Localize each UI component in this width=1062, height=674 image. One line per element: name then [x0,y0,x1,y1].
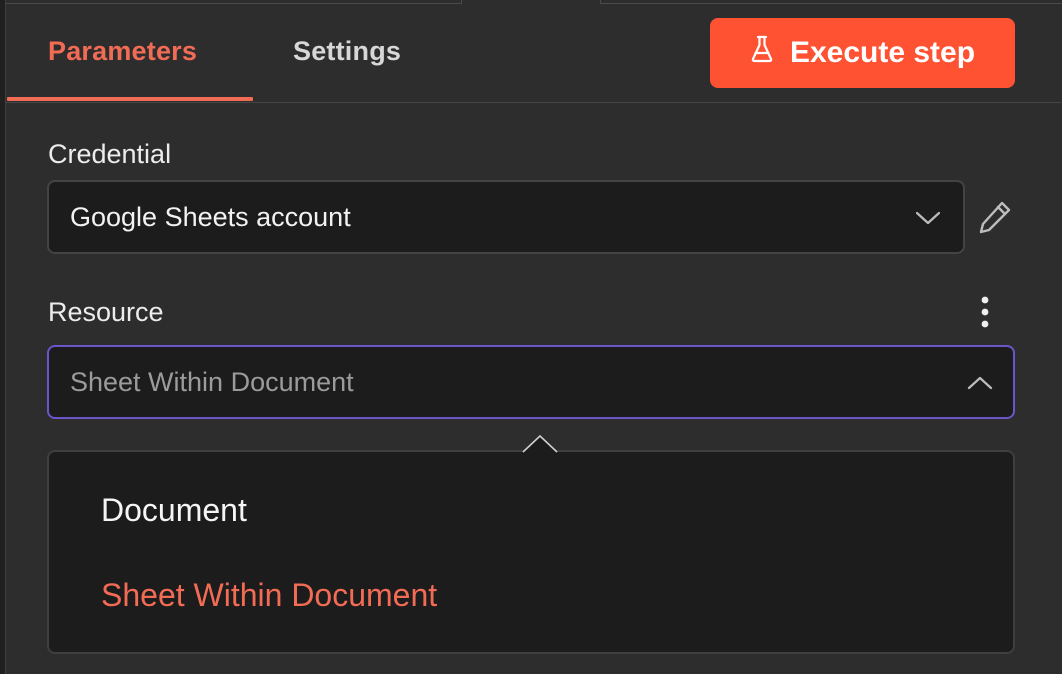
credential-value: Google Sheets account [70,202,351,232]
chevron-up-icon [967,376,993,390]
kebab-icon[interactable] [972,294,998,330]
active-tab-indicator [7,97,253,101]
resource-dropdown-menu: Document Sheet Within Document [47,450,1015,654]
dropdown-caret [522,434,558,453]
resource-select[interactable]: Sheet Within Document [47,345,1015,419]
dropdown-option-sheet-within-document[interactable]: Sheet Within Document [101,577,437,614]
execute-step-button[interactable]: Execute step [710,18,1015,88]
tab-parameters[interactable]: Parameters [48,36,197,67]
credential-label: Credential [48,139,172,169]
tab-bar: Parameters Settings Execute step [6,0,1062,103]
credential-select[interactable]: Google Sheets account [47,180,965,254]
flask-icon [750,35,774,71]
tab-settings[interactable]: Settings [293,36,401,67]
resource-value: Sheet Within Document [70,367,354,397]
node-parameters-panel: Parameters Settings Execute step Credent… [5,0,1062,674]
chevron-down-icon [915,211,941,225]
dropdown-option-document[interactable]: Document [101,492,247,529]
execute-step-label: Execute step [789,36,976,69]
resource-label: Resource [48,297,164,327]
pencil-icon[interactable] [977,199,1013,235]
